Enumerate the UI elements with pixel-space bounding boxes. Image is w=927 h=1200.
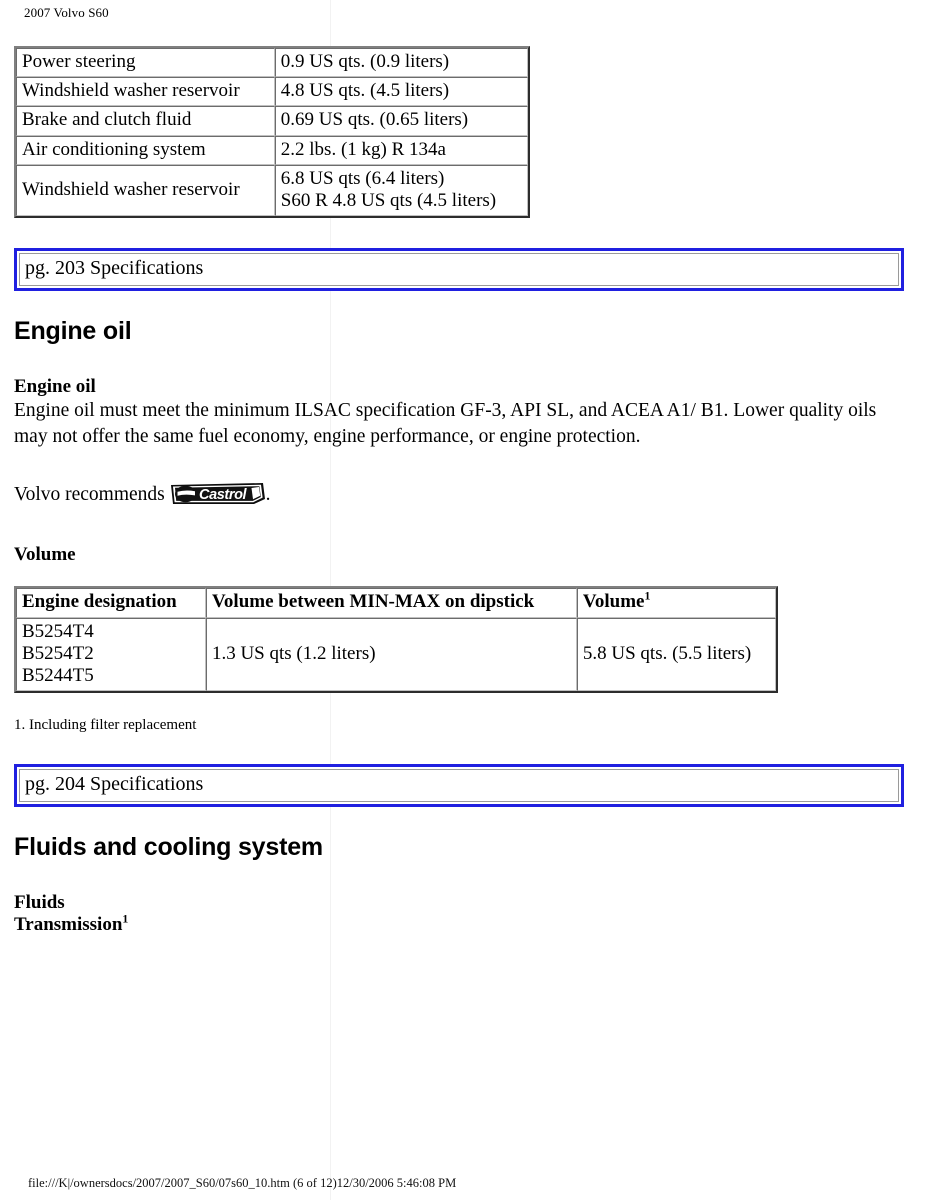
- table-header-volume-min-max: Volume between MIN-MAX on dipstick: [205, 588, 577, 618]
- page-marker-204-label: pg. 204 Specifications: [19, 769, 899, 803]
- volvo-recommends-suffix: .: [265, 484, 271, 505]
- table-row: Windshield washer reservoir 4.8 US qts. …: [16, 77, 528, 107]
- engine-oil-subheading: Engine oil: [14, 376, 96, 398]
- table-cell-value: 4.8 US qts. (4.5 liters): [274, 77, 528, 107]
- fluids-transmission-line: Transmission1: [14, 914, 904, 936]
- page-marker-203[interactable]: pg. 203 Specifications: [14, 248, 904, 292]
- fluids-transmission-text: Transmission: [14, 914, 123, 936]
- table-cell-value: 0.9 US qts. (0.9 liters): [274, 48, 528, 78]
- fluid-capacities-table-body: Power steering 0.9 US qts. (0.9 liters) …: [16, 48, 528, 217]
- fluid-capacities-table: Power steering 0.9 US qts. (0.9 liters) …: [14, 46, 530, 219]
- castrol-logo-icon: Castrol: [170, 483, 265, 505]
- table-cell-label: Brake and clutch fluid: [16, 106, 275, 136]
- engine-oil-volume-table-body: Engine designation Volume between MIN-MA…: [16, 588, 776, 692]
- table-header-engine-designation: Engine designation: [16, 588, 206, 618]
- table-cell-value-line-2: S60 R 4.8 US qts (4.5 liters): [280, 190, 497, 212]
- table-cell-label: Power steering: [16, 48, 275, 78]
- table-header-volume: Volume1: [576, 588, 776, 618]
- engine-oil-paragraph: Engine oil must meet the minimum ILSAC s…: [14, 400, 877, 447]
- svg-text:Castrol: Castrol: [199, 487, 248, 503]
- table-header-volume-footnote-marker: 1: [644, 590, 651, 604]
- engine-designation-1: B5254T4: [22, 620, 94, 642]
- engine-oil-volume-subheading: Volume: [14, 544, 76, 566]
- fluids-subheading: Fluids: [14, 892, 65, 914]
- engine-designation-2: B5254T2: [22, 642, 94, 664]
- fluids-transmission-footnote-marker: 1: [122, 912, 129, 926]
- engine-oil-section-heading: Engine oil: [14, 317, 132, 346]
- table-row: Brake and clutch fluid 0.69 US qts. (0.6…: [16, 106, 528, 136]
- table-cell-value: 6.8 US qts (6.4 liters) S60 R 4.8 US qts…: [274, 164, 528, 217]
- table-cell-engine-designations: B5254T4 B5254T2 B5244T5: [16, 617, 206, 692]
- page-marker-203-label: pg. 203 Specifications: [19, 253, 899, 287]
- table-header-volume-text: Volume: [582, 591, 645, 613]
- table-header-row: Engine designation Volume between MIN-MA…: [16, 588, 776, 618]
- table-row: Air conditioning system 2.2 lbs. (1 kg) …: [16, 135, 528, 165]
- table-cell-value: 2.2 lbs. (1 kg) R 134a: [274, 135, 528, 165]
- document-page: 2007 Volvo S60 Power steering 0.9 US qts…: [0, 0, 927, 1200]
- table-cell-value: 0.69 US qts. (0.65 liters): [274, 106, 528, 136]
- table-row: B5254T4 B5254T2 B5244T5 1.3 US qts (1.2 …: [16, 617, 776, 692]
- table-cell-label: Windshield washer reservoir: [16, 164, 275, 217]
- volvo-recommends-prefix: Volvo recommends: [14, 484, 170, 505]
- engine-oil-volume-table: Engine designation Volume between MIN-MA…: [14, 586, 778, 694]
- fluids-section-heading: Fluids and cooling system: [14, 833, 323, 862]
- table-cell-label: Air conditioning system: [16, 135, 275, 165]
- table-row: Power steering 0.9 US qts. (0.9 liters): [16, 48, 528, 78]
- document-content: Power steering 0.9 US qts. (0.9 liters) …: [14, 46, 904, 936]
- table-row: Windshield washer reservoir 6.8 US qts (…: [16, 164, 528, 217]
- table-cell-label: Windshield washer reservoir: [16, 77, 275, 107]
- page-marker-204[interactable]: pg. 204 Specifications: [14, 764, 904, 808]
- engine-oil-volume-footnote: 1. Including filter replacement: [14, 717, 197, 734]
- table-cell-min-max-volume: 1.3 US qts (1.2 liters): [205, 617, 577, 692]
- table-cell-total-volume: 5.8 US qts. (5.5 liters): [576, 617, 776, 692]
- document-header-title: 2007 Volvo S60: [24, 5, 109, 20]
- table-cell-value-line-1: 6.8 US qts (6.4 liters): [280, 167, 445, 189]
- volvo-recommends-line: Volvo recommends Castrol .: [14, 483, 904, 506]
- engine-designation-3: B5244T5: [22, 665, 94, 687]
- document-footer-path: file:///K|/ownersdocs/2007/2007_S60/07s6…: [28, 1176, 457, 1190]
